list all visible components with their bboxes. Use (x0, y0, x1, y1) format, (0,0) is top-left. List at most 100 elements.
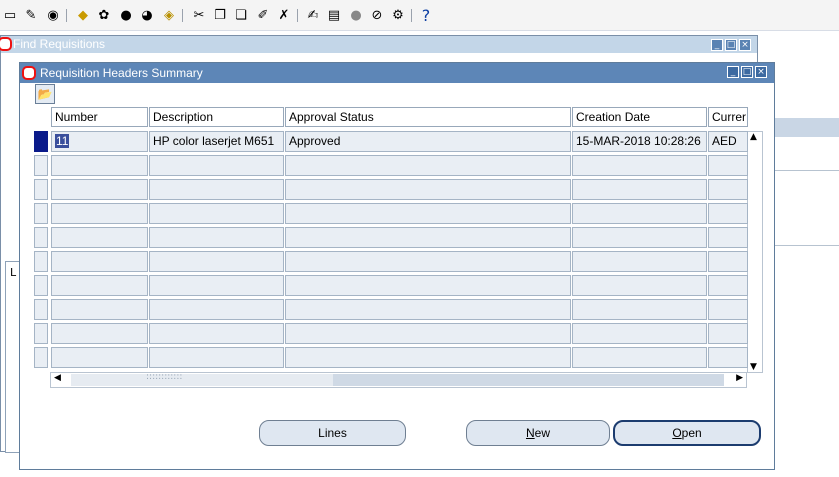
cell-number[interactable] (51, 155, 148, 176)
cell-number[interactable] (51, 179, 148, 200)
help-icon[interactable]: ? (418, 8, 434, 24)
scroll-down-icon[interactable]: ▼ (750, 362, 757, 372)
cell-number[interactable] (51, 251, 148, 272)
row-selector[interactable] (34, 179, 48, 200)
row-selector[interactable] (34, 227, 48, 248)
cell-number[interactable] (51, 299, 148, 320)
cell-currency[interactable] (708, 203, 748, 224)
scroll-left-icon[interactable]: ◀ (54, 373, 61, 383)
folder-icon[interactable]: ▤ (326, 8, 342, 24)
cell-approval-status[interactable] (285, 203, 571, 224)
maximize-icon[interactable]: □ (741, 66, 753, 78)
cell-creation-date[interactable] (572, 179, 707, 200)
cell-currency[interactable] (708, 299, 748, 320)
cell-approval-status[interactable]: Approved (285, 131, 571, 152)
cell-number[interactable] (51, 275, 148, 296)
paste-icon[interactable]: ❏ (233, 8, 249, 24)
column-header-currency[interactable]: Currer (708, 107, 748, 127)
cell-creation-date[interactable] (572, 155, 707, 176)
cell-currency[interactable] (708, 347, 748, 368)
cell-approval-status[interactable] (285, 179, 571, 200)
tools-icon[interactable]: ⚙ (390, 8, 406, 24)
scroll-right-icon[interactable]: ▶ (736, 373, 743, 383)
cell-creation-date[interactable] (572, 203, 707, 224)
cell-number[interactable] (51, 323, 148, 344)
row-selector[interactable] (34, 131, 48, 152)
cell-number[interactable] (51, 347, 148, 368)
cell-approval-status[interactable] (285, 251, 571, 272)
record-icon[interactable]: ● (348, 8, 364, 24)
cell-currency[interactable] (708, 155, 748, 176)
cell-approval-status[interactable] (285, 275, 571, 296)
navigate-icon[interactable]: ✎ (23, 8, 39, 24)
cell-creation-date[interactable] (572, 347, 707, 368)
column-header-description[interactable]: Description (149, 107, 284, 127)
cell-description[interactable]: HP color laserjet M651 (149, 131, 284, 152)
cell-approval-status[interactable] (285, 299, 571, 320)
pencil-icon[interactable]: ✐ (255, 8, 271, 24)
cell-currency[interactable] (708, 323, 748, 344)
open-button[interactable]: Open (613, 420, 761, 446)
row-selector[interactable] (34, 155, 48, 176)
print-icon[interactable]: ● (118, 8, 134, 24)
cell-description[interactable] (149, 275, 284, 296)
cell-description[interactable] (149, 347, 284, 368)
clear-icon[interactable]: ◕ (139, 8, 155, 24)
cell-currency[interactable] (708, 227, 748, 248)
column-header-approval-status[interactable]: Approval Status (285, 107, 571, 127)
cell-creation-date[interactable] (572, 299, 707, 320)
lines-button[interactable]: Lines (259, 420, 406, 446)
close-icon[interactable]: × (739, 39, 751, 51)
scroll-track[interactable] (333, 374, 724, 386)
close-icon[interactable]: × (755, 66, 767, 78)
folder-open-icon[interactable]: 📂 (35, 84, 55, 104)
cell-description[interactable] (149, 179, 284, 200)
edit-icon[interactable]: ◈ (161, 8, 177, 24)
cell-description[interactable] (149, 323, 284, 344)
cell-currency[interactable] (708, 179, 748, 200)
row-selector[interactable] (34, 299, 48, 320)
cell-number[interactable] (51, 203, 148, 224)
cell-creation-date[interactable]: 15-MAR-2018 10:28:26 (572, 131, 707, 152)
cell-number[interactable] (51, 227, 148, 248)
attachment-icon[interactable]: ⊘ (369, 8, 385, 24)
cut-icon[interactable]: ✂ (191, 8, 207, 24)
minimize-icon[interactable]: _ (711, 39, 723, 51)
cell-creation-date[interactable] (572, 251, 707, 272)
scroll-thumb[interactable]: :::::::::::: (71, 372, 333, 386)
row-selector[interactable] (34, 275, 48, 296)
maximize-icon[interactable]: □ (725, 39, 737, 51)
cell-description[interactable] (149, 155, 284, 176)
row-selector[interactable] (34, 203, 48, 224)
find-icon[interactable]: ◆ (75, 8, 91, 24)
cell-creation-date[interactable] (572, 275, 707, 296)
cell-creation-date[interactable] (572, 227, 707, 248)
save-icon[interactable]: ▭ (2, 8, 18, 24)
cell-description[interactable] (149, 203, 284, 224)
translation-icon[interactable]: ✍ (305, 8, 321, 24)
row-selector[interactable] (34, 323, 48, 344)
cell-approval-status[interactable] (285, 155, 571, 176)
new-button[interactable]: New (466, 420, 610, 446)
column-header-creation-date[interactable]: Creation Date (572, 107, 707, 127)
cell-description[interactable] (149, 227, 284, 248)
cell-creation-date[interactable] (572, 323, 707, 344)
row-selector[interactable] (34, 347, 48, 368)
zoom-icon[interactable]: ◉ (45, 8, 61, 24)
cell-description[interactable] (149, 251, 284, 272)
copy-icon[interactable]: ❐ (212, 8, 228, 24)
column-header-number[interactable]: Number (51, 107, 148, 127)
delete-icon[interactable]: ✗ (276, 8, 292, 24)
cell-description[interactable] (149, 299, 284, 320)
cell-currency[interactable] (708, 275, 748, 296)
cell-approval-status[interactable] (285, 347, 571, 368)
switch-icon[interactable]: ✿ (96, 8, 112, 24)
cell-currency[interactable] (708, 251, 748, 272)
cell-approval-status[interactable] (285, 323, 571, 344)
cell-approval-status[interactable] (285, 227, 571, 248)
vertical-scrollbar[interactable]: ▲ ▼ (747, 131, 763, 373)
lines-tab[interactable]: L (5, 261, 20, 453)
cell-number[interactable]: 11 (51, 131, 148, 152)
scroll-up-icon[interactable]: ▲ (750, 132, 757, 142)
minimize-icon[interactable]: _ (727, 66, 739, 78)
